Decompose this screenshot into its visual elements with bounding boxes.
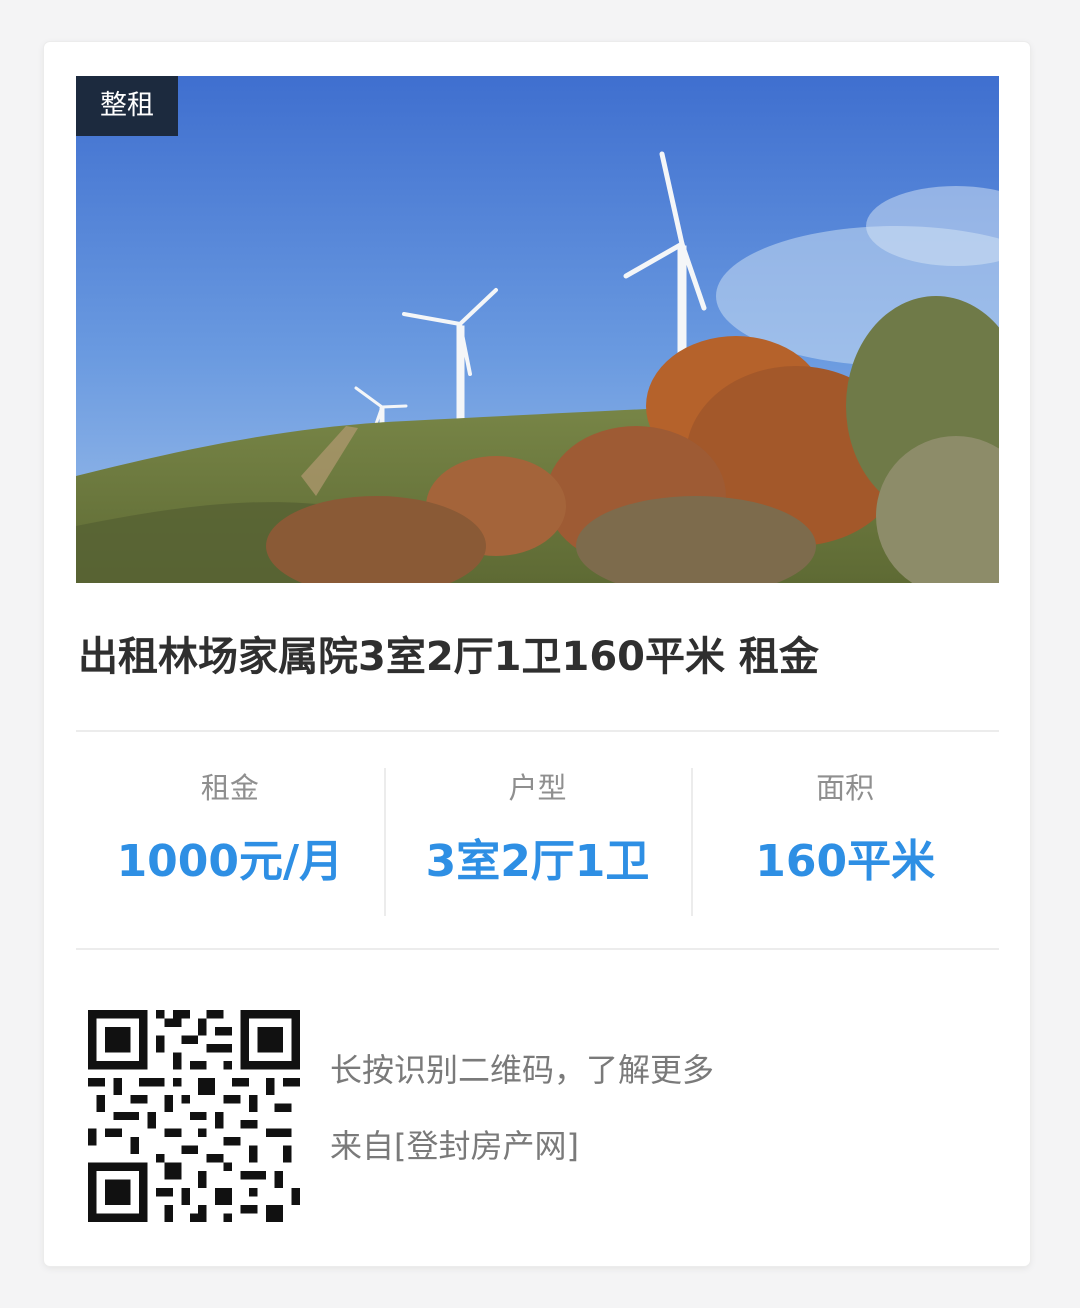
stat-area-value: 160平米 <box>755 836 936 887</box>
source-text: 来自[登封房产网] <box>330 1127 579 1165</box>
listing-stats: 租金 1000元/月 户型 3室2厅1卫 面积 160平米 <box>76 764 999 916</box>
divider-bottom <box>76 948 999 950</box>
stat-layout-value: 3室2厅1卫 <box>425 836 650 887</box>
stat-rent-value: 1000元/月 <box>116 836 344 887</box>
stat-layout-label: 户型 <box>508 771 567 805</box>
rent-type-badge: 整租 <box>76 76 178 136</box>
stat-rent-label: 租金 <box>200 771 259 805</box>
listing-photo[interactable]: 整租 <box>76 76 999 583</box>
qr-code-graphic <box>88 1010 300 1222</box>
listing-title[interactable]: 出租林场家属院3室2厅1卫160平米 租金 <box>78 622 998 692</box>
stat-area-label: 面积 <box>816 771 875 805</box>
stat-rent: 租金 1000元/月 <box>76 764 384 916</box>
qr-code-icon[interactable] <box>88 1010 300 1222</box>
wind-turbine-landscape-image <box>76 76 999 583</box>
qr-hint-text: 长按识别二维码，了解更多 <box>330 1051 715 1089</box>
stat-layout: 户型 3室2厅1卫 <box>383 764 692 916</box>
listing-card[interactable]: 整租 出租林场家属院3室2厅1卫160平米 租金 租金 1000元/月 户型 3… <box>44 42 1030 1266</box>
stat-area: 面积 160平米 <box>691 764 999 916</box>
divider-top <box>76 730 999 732</box>
